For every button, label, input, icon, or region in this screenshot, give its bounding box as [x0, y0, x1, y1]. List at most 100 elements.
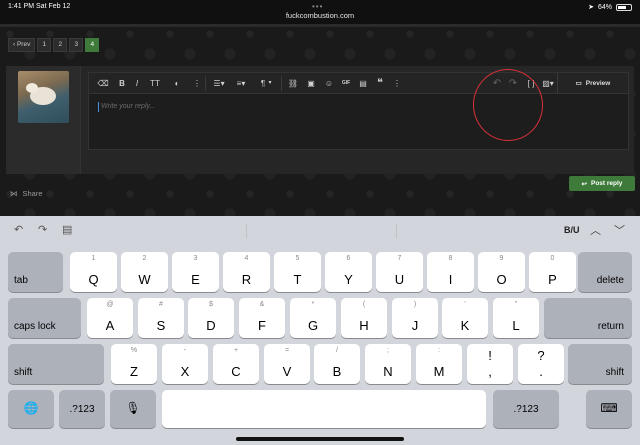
123-key[interactable]: .?123 [493, 390, 559, 428]
key-g[interactable]: * G [290, 298, 336, 338]
key-k[interactable]: ' K [442, 298, 488, 338]
delete-key[interactable]: delete [578, 252, 632, 292]
align-icon[interactable]: ≡▾ [233, 77, 249, 90]
image-icon[interactable]: ▣ [305, 77, 317, 90]
italic-icon[interactable]: I [133, 77, 141, 90]
key-w[interactable]: 2W [121, 252, 168, 292]
pager-page-2[interactable]: 2 [53, 38, 68, 52]
list-icon[interactable]: ☰▾ [211, 77, 227, 90]
more-dots[interactable]: ••• [312, 2, 323, 11]
123-key[interactable]: .?123 [59, 390, 105, 428]
gif-icon[interactable]: GIF [339, 77, 353, 90]
key-c[interactable]: + C [213, 344, 259, 384]
globe-key[interactable]: 🌐 [8, 390, 54, 428]
media-icon[interactable]: ▤ [357, 77, 369, 90]
key-u[interactable]: 7U [376, 252, 423, 292]
emoji-icon[interactable]: ☺ [323, 77, 335, 90]
key-t[interactable]: 5T [274, 252, 321, 292]
return-key[interactable]: return [544, 298, 632, 338]
space-key[interactable] [162, 390, 486, 428]
more-icon[interactable]: ⋮ [193, 77, 201, 90]
shift-key[interactable]: shift [8, 344, 104, 384]
key-period[interactable]: ?. [518, 344, 564, 384]
url-bar[interactable]: fuckcombustion.com [0, 11, 640, 20]
key-b[interactable]: / B [314, 344, 360, 384]
chevron-up-icon[interactable]: ︿ [590, 222, 601, 238]
keyboard-key[interactable]: ⌨ [586, 390, 632, 428]
key-j[interactable]: ) J [392, 298, 438, 338]
key-main-label: D [206, 318, 216, 333]
text-size-icon[interactable]: TT [147, 77, 163, 90]
key-e[interactable]: 3E [172, 252, 219, 292]
undo-icon[interactable]: ↶ [14, 223, 23, 236]
key-v[interactable]: = V [264, 344, 310, 384]
key-alt-label: 1 [91, 255, 96, 262]
key-n[interactable]: ; N [365, 344, 411, 384]
paste-icon[interactable]: ▤ [62, 223, 72, 236]
chevron-down-icon: ▾ [268, 80, 272, 86]
preview-button[interactable]: ▭ Preview [557, 73, 628, 93]
key-main-label: L [512, 318, 520, 333]
biu-format-button[interactable]: B/U [564, 225, 580, 235]
key-alt-label: 2 [142, 255, 147, 262]
link-icon[interactable]: ⛓ [287, 77, 299, 90]
key-alt-label: 5 [295, 255, 300, 262]
key-d[interactable]: $ D [188, 298, 234, 338]
key-main-label: B [332, 364, 342, 379]
key-l[interactable]: " L [493, 298, 539, 338]
avatar-column [6, 66, 81, 174]
mic-key[interactable]: 🎙 [110, 390, 156, 428]
key-i[interactable]: 8I [427, 252, 474, 292]
avatar[interactable] [18, 71, 69, 123]
key-r[interactable]: 4R [223, 252, 270, 292]
key-main-label: O [496, 272, 507, 287]
caps-lock-key[interactable]: caps lock [8, 298, 81, 338]
key-main-label: F [258, 318, 266, 333]
preview-label: Preview [585, 79, 611, 87]
key-h[interactable]: (H [341, 298, 387, 338]
key-main-label: X [180, 364, 190, 379]
key-f[interactable]: & F [239, 298, 285, 338]
pager: ‹ Prev 1 2 3 4 [8, 38, 100, 52]
pager-page-3[interactable]: 3 [69, 38, 84, 52]
preview-icon: ▭ [575, 80, 582, 87]
key-o[interactable]: 9O [478, 252, 525, 292]
key-z[interactable]: % Z [111, 344, 157, 384]
key-x[interactable]: -X [162, 344, 208, 384]
key-main-label: V [282, 364, 292, 379]
key-alt-label: # [159, 301, 163, 308]
key-a[interactable]: @ A [87, 298, 133, 338]
key-main-label: Y [344, 272, 353, 287]
share-icon: ⋈ [10, 189, 18, 198]
share-link[interactable]: ⋈ Share [10, 189, 43, 198]
more-icon[interactable]: ⋮ [393, 77, 401, 90]
key-comma[interactable]: !, [467, 344, 513, 384]
key-main-label: J [411, 318, 419, 333]
chevron-down-icon[interactable]: ﹀ [614, 222, 625, 238]
key-q[interactable]: 1Q [70, 252, 117, 292]
reply-textarea[interactable]: Write your reply... [89, 94, 628, 149]
key-p[interactable]: 0P [529, 252, 576, 292]
palette-icon[interactable]: ◐ [171, 77, 183, 90]
post-reply-button[interactable]: ↩ Post reply [569, 176, 635, 191]
key-y[interactable]: 6Y [325, 252, 372, 292]
toolbar-divider [281, 76, 282, 91]
key-alt-label: 8 [448, 255, 453, 262]
tab-key[interactable]: tab [8, 252, 63, 292]
key-alt-label: + [233, 347, 239, 354]
key-s[interactable]: # S [138, 298, 184, 338]
post-reply-label: Post reply [591, 180, 623, 187]
key-main-label: W [138, 272, 151, 287]
shift-key[interactable]: shift [568, 344, 632, 384]
quote-icon[interactable]: ❝ [373, 77, 387, 90]
pager-page-4[interactable]: 4 [85, 38, 100, 52]
bold-icon[interactable]: B [117, 77, 127, 90]
eraser-icon[interactable]: ⌫ [97, 77, 109, 90]
key-m[interactable]: :M [416, 344, 462, 384]
home-indicator [236, 437, 404, 441]
pager-page-1[interactable]: 1 [37, 38, 52, 52]
drafts-icon[interactable]: ▨▾ [541, 77, 555, 90]
redo-icon[interactable]: ↷ [38, 223, 47, 236]
pager-prev[interactable]: ‹ Prev [8, 38, 36, 52]
key-main-label: . [539, 364, 543, 379]
